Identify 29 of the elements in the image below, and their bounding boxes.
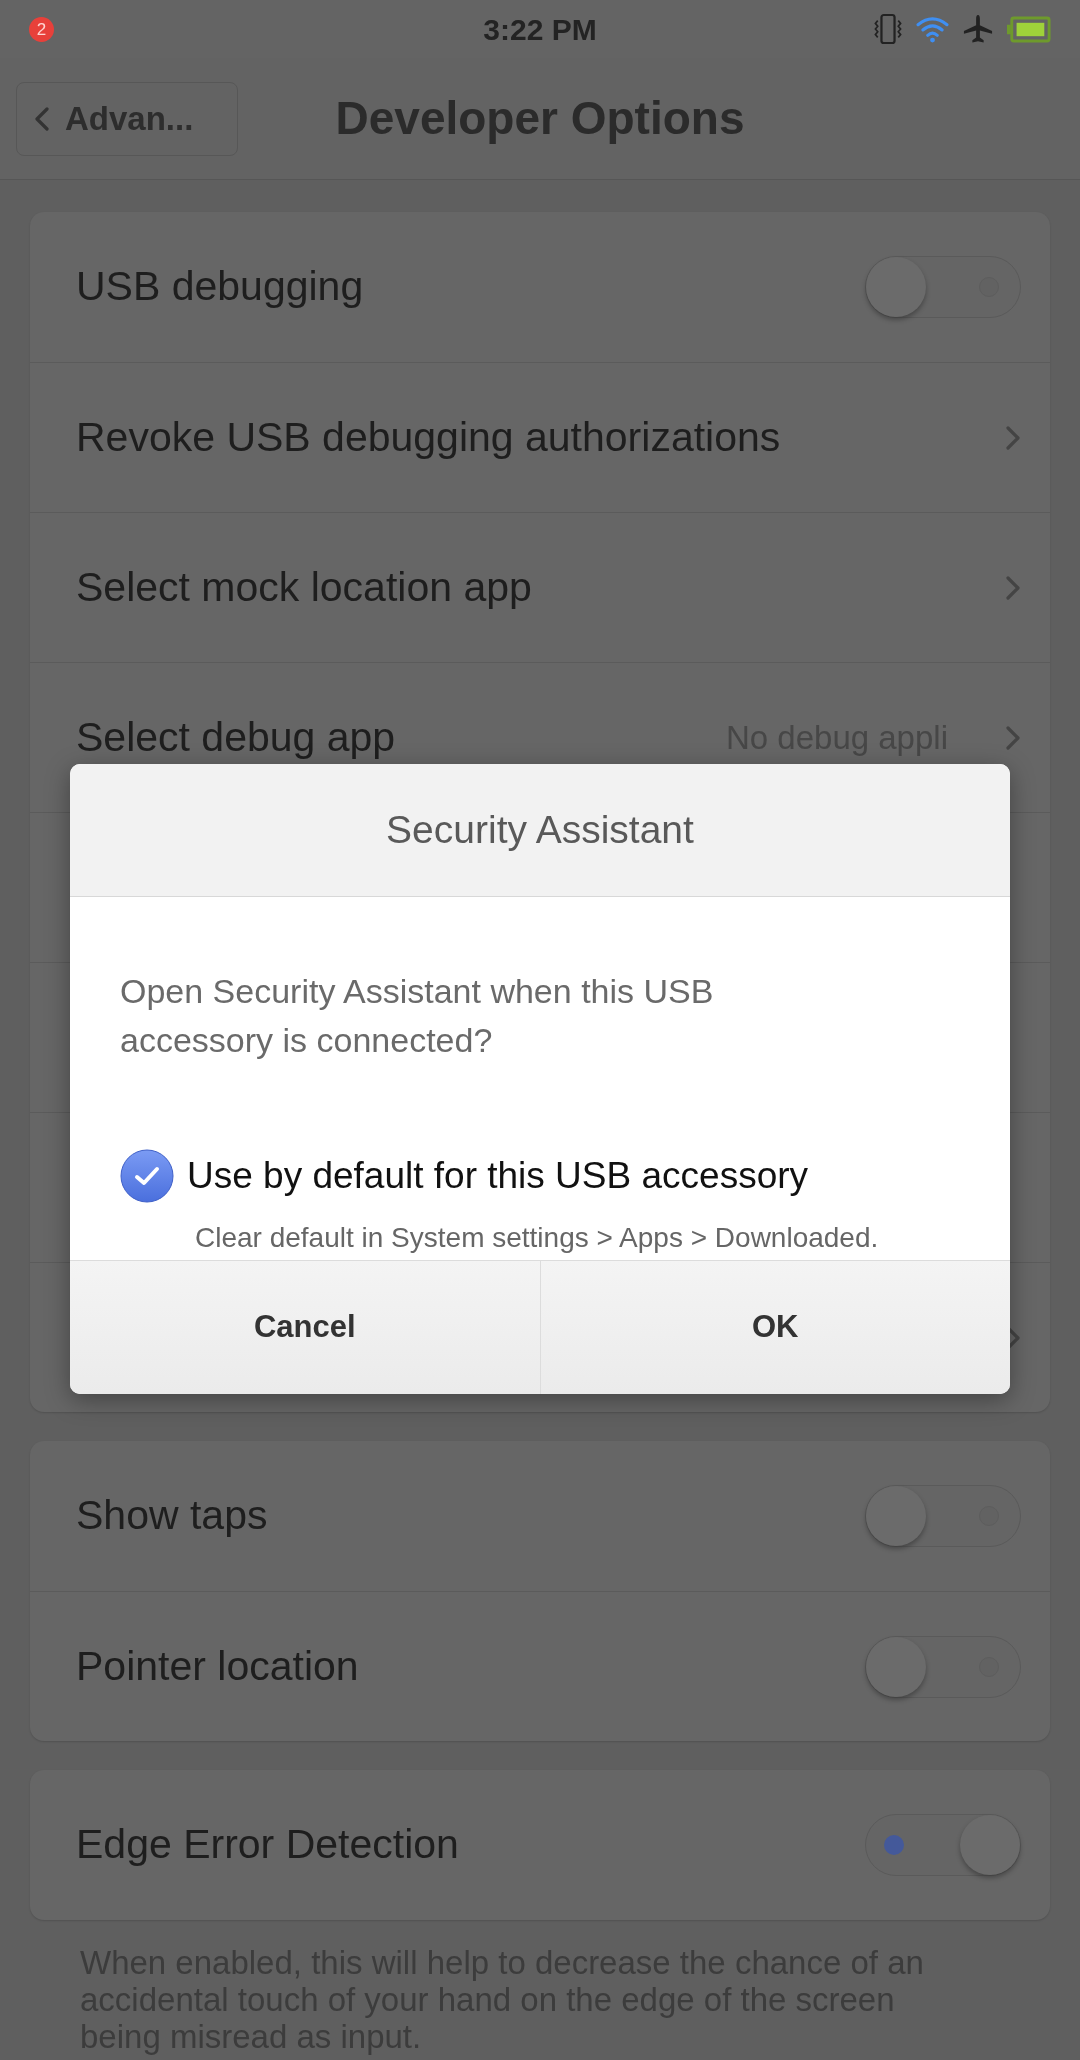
- dialog-hint: Clear default in System settings > Apps > Downloaded.: [194, 1221, 880, 1255]
- status-time: 3:22 PM: [483, 11, 597, 48]
- chevron-icon: [1006, 575, 1020, 600]
- wifi-icon: [916, 15, 949, 43]
- checkbox-icon[interactable]: [120, 1149, 174, 1203]
- chevron-icon: [35, 106, 49, 131]
- chevron-icon: [1006, 725, 1020, 750]
- vibrate-icon: [874, 13, 902, 45]
- toggle-switch[interactable]: [865, 1485, 1021, 1547]
- setting-label: Select debug app: [76, 712, 396, 762]
- setting-label: Edge Error Detection: [76, 1820, 459, 1870]
- toggle-switch[interactable]: [865, 256, 1021, 318]
- setting-label: Revoke USB debugging authorizations: [76, 412, 781, 462]
- airplane-icon: [963, 14, 993, 44]
- notification-badge: 2: [29, 16, 54, 42]
- toggle-switch[interactable]: [865, 1635, 1021, 1698]
- setting-label: Select mock location app: [76, 562, 532, 612]
- dialog-title: Security Assistant: [386, 806, 694, 853]
- chevron-icon: [1006, 425, 1020, 450]
- setting-label: Pointer location: [76, 1641, 359, 1691]
- toggle-switch[interactable]: [865, 1814, 1021, 1876]
- setting-label: USB debugging: [76, 262, 364, 312]
- battery-icon: [1007, 15, 1051, 43]
- dialog-message: Open Security Assistant when this USB accessory is connected?: [120, 971, 715, 1061]
- page-title: Developer Options: [334, 91, 746, 146]
- checkbox-label[interactable]: Use by default for this USB accessory: [187, 1148, 809, 1204]
- dialog-button[interactable]: OK: [539, 1261, 1010, 1394]
- dialog-button[interactable]: Cancel: [70, 1261, 540, 1394]
- setting-label: Show taps: [76, 1491, 268, 1541]
